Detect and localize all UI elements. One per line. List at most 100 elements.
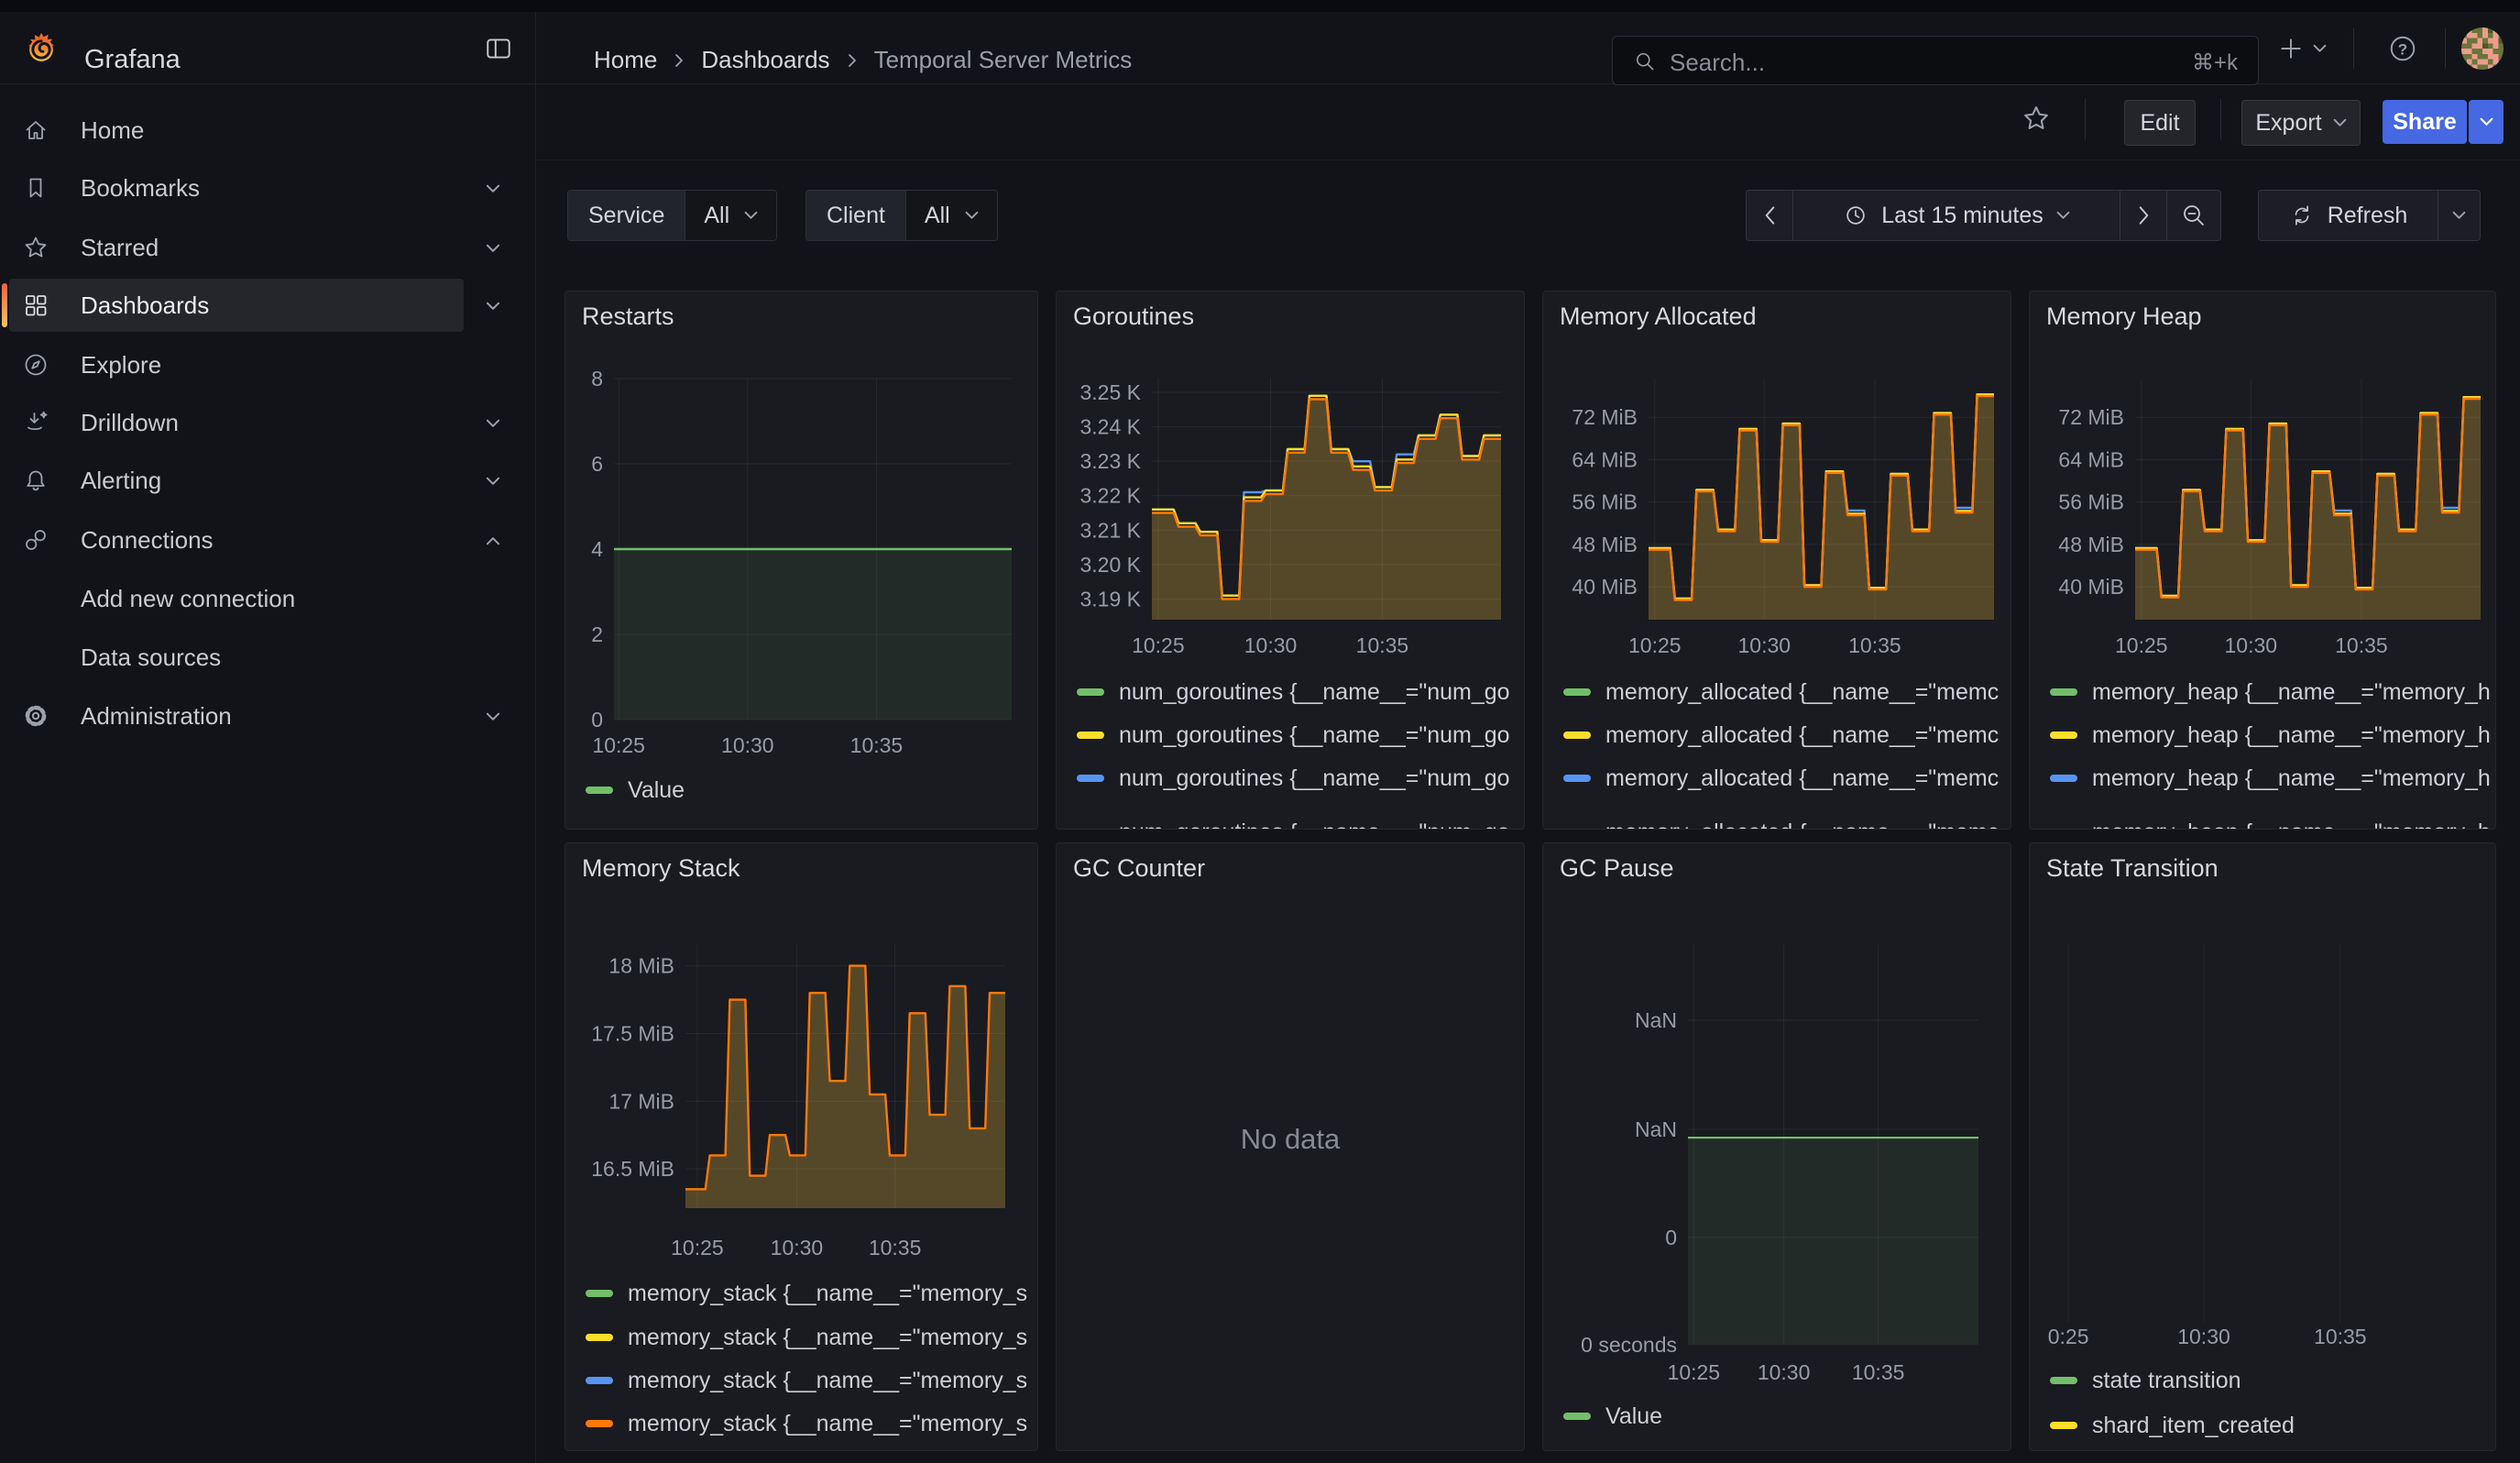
share-button[interactable]: Share (2383, 100, 2467, 144)
time-range-picker[interactable]: Last 15 minutes (1792, 190, 2120, 241)
legend-series-label: memory_stack {__name__="memory_s (628, 1411, 1027, 1437)
legend-item[interactable]: num_goroutines {__name__="num_go (1057, 765, 1524, 791)
service-filter-value[interactable]: All (685, 191, 776, 240)
svg-text:4: 4 (591, 537, 603, 561)
svg-text:0 seconds: 0 seconds (1581, 1333, 1677, 1357)
time-series-chart[interactable]: 8642010:2510:3010:35 (565, 292, 1037, 829)
sidebar-item-bookmarks[interactable]: Bookmarks (7, 161, 520, 214)
legend-series-label: memory_stack {__name__="memory_s (628, 1325, 1027, 1351)
svg-text:10:25: 10:25 (592, 733, 645, 757)
sidebar-item-starred[interactable]: Starred (7, 221, 520, 274)
create-new-button[interactable] (2278, 36, 2327, 61)
legend-item[interactable]: memory_allocated {__name__="memc (1543, 679, 2011, 705)
sidebar-item-data-sources[interactable]: Data sources (7, 631, 520, 684)
svg-text:10:25: 10:25 (2115, 633, 2168, 657)
legend-item[interactable]: Value (565, 777, 1037, 803)
edit-button[interactable]: Edit (2124, 100, 2196, 146)
refresh-interval-button[interactable] (2438, 190, 2481, 241)
sidebar-item-drilldown[interactable]: Drilldown (7, 396, 520, 449)
sidebar-item-alerting[interactable]: Alerting (7, 454, 520, 507)
legend-item[interactable]: memory_heap {__name__="memory_h (2030, 765, 2495, 791)
svg-text:64 MiB: 64 MiB (2058, 447, 2124, 471)
legend-item[interactable]: memory_allocated {__name__="memc (1543, 820, 2011, 830)
panel-restarts[interactable]: Restarts 8642010:2510:3010:35 Value (564, 291, 1038, 830)
service-filter[interactable]: Service All (567, 190, 777, 241)
home-icon (22, 116, 49, 144)
panel-memory-stack[interactable]: Memory Stack 18 MiB17.5 MiB17 MiB16.5 Mi… (564, 842, 1038, 1451)
legend-series-label: num_goroutines {__name__="num_go (1119, 820, 1510, 830)
grafana-logo-icon (24, 32, 59, 67)
legend-item[interactable]: memory_heap {__name__="memory_h (2030, 679, 2495, 705)
legend-item[interactable]: shard_item_created (2030, 1413, 2495, 1438)
chevron-down-icon (965, 211, 979, 220)
legend-item[interactable]: num_goroutines {__name__="num_go (1057, 820, 1524, 830)
legend-item[interactable]: Value (1543, 1403, 2011, 1429)
legend-item[interactable]: state transition (2030, 1368, 2495, 1393)
legend-series-marker (1563, 829, 1591, 830)
legend-item[interactable]: memory_stack {__name__="memory_s (565, 1368, 1037, 1393)
panel-memory-heap[interactable]: Memory Heap 72 MiB64 MiB56 MiB48 MiB40 M… (2029, 291, 2496, 830)
angle-right-icon (2138, 205, 2150, 226)
legend-series-marker (586, 1334, 613, 1341)
chevron-down-icon (486, 477, 500, 486)
time-series-chart[interactable]: 18 MiB17.5 MiB17 MiB16.5 MiB10:2510:3010… (565, 843, 1037, 1450)
legend-series-marker (586, 1377, 613, 1384)
legend-series-label: memory_allocated {__name__="memc (1605, 679, 1999, 706)
legend-series-marker (1077, 775, 1104, 782)
breadcrumb-separator-icon (847, 52, 858, 69)
sidebar-item-home[interactable]: Home (7, 104, 520, 157)
svg-text:40 MiB: 40 MiB (2058, 575, 2124, 599)
refresh-button[interactable]: Refresh (2258, 190, 2438, 241)
legend-item[interactable]: memory_allocated {__name__="memc (1543, 722, 2011, 748)
legend-item[interactable]: memory_stack {__name__="memory_s (565, 1281, 1037, 1306)
zoom-out-button[interactable] (2166, 190, 2221, 241)
avatar[interactable] (2461, 28, 2504, 70)
time-forward-button[interactable] (2120, 190, 2167, 241)
legend-item[interactable]: num_goroutines {__name__="num_go (1057, 679, 1524, 705)
panel-memory-allocated[interactable]: Memory Allocated 72 MiB64 MiB56 MiB48 Mi… (1542, 291, 2011, 830)
panel-title: GC Counter (1073, 854, 1205, 883)
time-series-chart[interactable]: 0:2510:3010:35 (2030, 843, 2495, 1450)
panel-state-transition[interactable]: State Transition 0:2510:3010:35 state tr… (2029, 842, 2496, 1451)
legend-item[interactable]: memory_stack {__name__="memory_s (565, 1325, 1037, 1350)
sidebar-item-add-new-connection[interactable]: Add new connection (7, 572, 520, 625)
legend-item[interactable]: memory_stack {__name__="memory_s (565, 1411, 1037, 1436)
sidebar-item-dashboards[interactable]: Dashboards (7, 279, 520, 332)
breadcrumb-current: Temporal Server Metrics (874, 46, 1133, 74)
svg-text:0: 0 (1665, 1226, 1677, 1249)
breadcrumb-home[interactable]: Home (594, 46, 657, 74)
time-back-button[interactable] (1746, 190, 1793, 241)
sidebar-item-administration[interactable]: Administration (7, 689, 520, 742)
svg-text:NaN: NaN (1635, 1117, 1677, 1141)
legend-series-label: memory_heap {__name__="memory_h (2092, 820, 2491, 830)
export-button[interactable]: Export (2241, 100, 2361, 146)
header-divider (2353, 28, 2354, 69)
legend-series-marker (2050, 1422, 2077, 1429)
legend-series-marker (586, 1290, 613, 1297)
legend-item[interactable]: memory_allocated {__name__="memc (1543, 765, 2011, 791)
legend-item[interactable]: memory_heap {__name__="memory_h (2030, 820, 2495, 830)
svg-text:10:35: 10:35 (1356, 633, 1409, 657)
share-menu-button[interactable] (2469, 100, 2504, 144)
legend-series-label: num_goroutines {__name__="num_go (1119, 679, 1510, 706)
search-input[interactable]: Search... ⌘+k (1612, 36, 2259, 85)
sidebar-item-connections[interactable]: Connections (7, 513, 520, 566)
time-series-chart[interactable]: NaNNaN00 seconds10:2510:3010:35 (1543, 843, 2011, 1450)
chevron-down-icon (2313, 44, 2327, 53)
legend-series-marker (2050, 829, 2077, 830)
client-filter[interactable]: Client All (805, 190, 998, 241)
compass-icon (22, 351, 49, 379)
legend-item[interactable]: memory_heap {__name__="memory_h (2030, 722, 2495, 748)
star-icon[interactable] (2021, 103, 2052, 134)
legend-item[interactable]: num_goroutines {__name__="num_go (1057, 722, 1524, 748)
panel-gc-counter[interactable]: GC Counter No data (1056, 842, 1525, 1451)
client-filter-value[interactable]: All (905, 191, 997, 240)
legend-series-marker (2050, 1377, 2077, 1384)
help-icon[interactable]: ? (2388, 34, 2417, 63)
chevron-down-icon (2333, 118, 2347, 127)
sidebar-toggle-icon[interactable] (484, 34, 513, 63)
panel-goroutines[interactable]: Goroutines 3.25 K3.24 K3.23 K3.22 K3.21 … (1056, 291, 1525, 830)
panel-gc-pause[interactable]: GC Pause NaNNaN00 seconds10:2510:3010:35… (1542, 842, 2011, 1451)
sidebar-item-explore[interactable]: Explore (7, 338, 520, 391)
breadcrumb-dashboards[interactable]: Dashboards (701, 46, 829, 74)
